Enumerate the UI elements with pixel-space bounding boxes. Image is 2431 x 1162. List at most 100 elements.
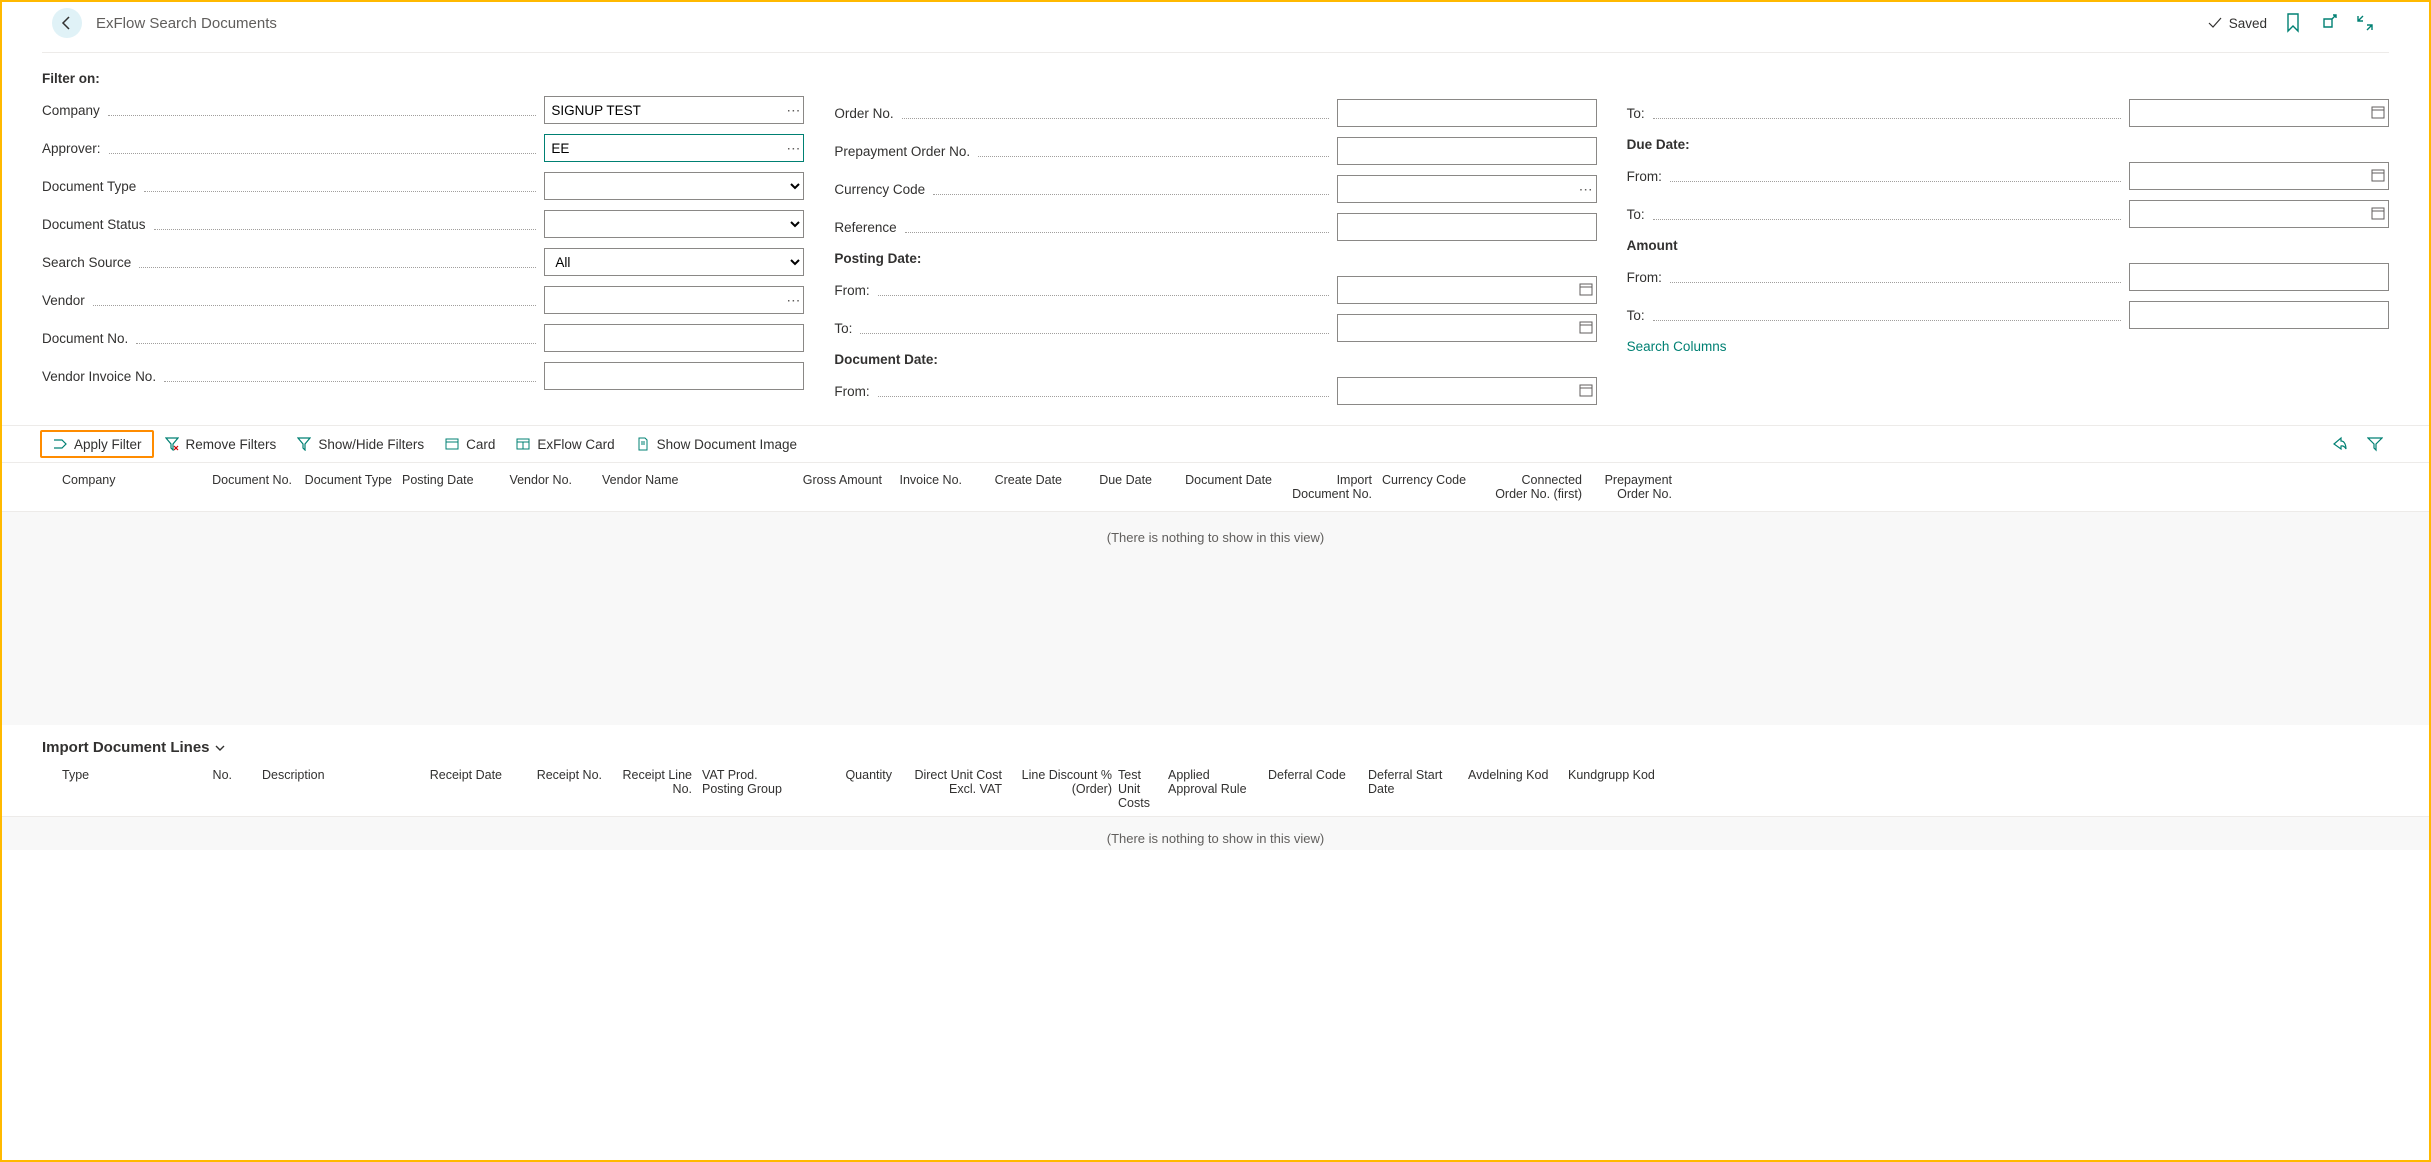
show-hide-filters-label: Show/Hide Filters [318, 437, 424, 452]
share-button[interactable] [2329, 434, 2349, 454]
lcol-receipt-date[interactable]: Receipt Date [392, 768, 502, 810]
posting-date-to-datepicker[interactable] [1579, 320, 1593, 336]
posting-date-from-input[interactable] [1337, 276, 1597, 304]
col-document-no[interactable]: Document No. [192, 473, 292, 501]
popout-icon [2320, 14, 2338, 32]
col-due-date[interactable]: Due Date [1062, 473, 1152, 501]
col-create-date[interactable]: Create Date [962, 473, 1062, 501]
lcol-direct-unit-cost[interactable]: Direct Unit Cost Excl. VAT [892, 768, 1002, 810]
calendar-icon [2371, 105, 2385, 119]
due-date-to-label: To: [1627, 207, 1645, 222]
document-type-select[interactable] [544, 172, 804, 200]
approver-lookup-button[interactable]: ⋯ [786, 141, 800, 155]
chevron-down-icon [214, 742, 226, 754]
amount-to-input[interactable] [2129, 301, 2389, 329]
document-date-to-label: To: [1627, 106, 1645, 121]
lcol-vat-prod[interactable]: VAT Prod. Posting Group [692, 768, 792, 810]
currency-code-input[interactable] [1337, 175, 1597, 203]
posting-date-to-input[interactable] [1337, 314, 1597, 342]
card-button[interactable]: Card [434, 426, 505, 462]
company-input[interactable] [544, 96, 804, 124]
remove-filters-button[interactable]: Remove Filters [154, 426, 287, 462]
document-status-label: Document Status [42, 217, 146, 232]
lcol-line-discount[interactable]: Line Discount % (Order) [1002, 768, 1112, 810]
amount-label: Amount [1627, 238, 1678, 253]
lcol-kundgrupp-kod[interactable]: Kundgrupp Kod [1562, 768, 1662, 810]
col-connected-order-no[interactable]: Connected Order No. (first) [1472, 473, 1582, 501]
col-currency-code[interactable]: Currency Code [1372, 473, 1472, 501]
col-gross-amount[interactable]: Gross Amount [772, 473, 882, 501]
lcol-no[interactable]: No. [152, 768, 232, 810]
due-date-to-datepicker[interactable] [2371, 206, 2385, 222]
company-label: Company [42, 103, 100, 118]
currency-code-lookup-button[interactable]: ⋯ [1579, 182, 1593, 196]
filter-pane-button[interactable] [2365, 434, 2385, 454]
back-button[interactable] [52, 8, 82, 38]
calendar-icon [1579, 383, 1593, 397]
calendar-icon [2371, 206, 2385, 220]
posting-date-from-label: From: [834, 283, 869, 298]
share-icon [2331, 436, 2347, 452]
lcol-quantity[interactable]: Quantity [792, 768, 892, 810]
prepayment-order-no-input[interactable] [1337, 137, 1597, 165]
document-date-from-datepicker[interactable] [1579, 383, 1593, 399]
col-prepayment-order-no[interactable]: Prepayment Order No. [1582, 473, 1672, 501]
document-date-from-input[interactable] [1337, 377, 1597, 405]
approver-input[interactable] [544, 134, 804, 162]
show-hide-filters-button[interactable]: Show/Hide Filters [286, 426, 434, 462]
popout-button[interactable] [2319, 13, 2339, 33]
search-columns-link[interactable]: Search Columns [1627, 339, 1727, 354]
back-icon [59, 15, 75, 31]
lcol-deferral-code[interactable]: Deferral Code [1262, 768, 1362, 810]
collapse-button[interactable] [2355, 13, 2375, 33]
bookmark-button[interactable] [2283, 13, 2303, 33]
exflow-card-icon [515, 436, 531, 452]
col-vendor-no[interactable]: Vendor No. [482, 473, 572, 501]
document-no-input[interactable] [544, 324, 804, 352]
col-document-type[interactable]: Document Type [292, 473, 392, 501]
col-vendor-name[interactable]: Vendor Name [572, 473, 772, 501]
order-no-input[interactable] [1337, 99, 1597, 127]
lcol-avdelning-kod[interactable]: Avdelning Kod [1462, 768, 1562, 810]
reference-input[interactable] [1337, 213, 1597, 241]
exflow-card-button[interactable]: ExFlow Card [505, 426, 624, 462]
lcol-receipt-line-no[interactable]: Receipt Line No. [602, 768, 692, 810]
apply-filter-label: Apply Filter [74, 437, 142, 452]
vendor-lookup-button[interactable]: ⋯ [786, 293, 800, 307]
lcol-receipt-no[interactable]: Receipt No. [502, 768, 602, 810]
vendor-invoice-no-input[interactable] [544, 362, 804, 390]
due-date-from-datepicker[interactable] [2371, 168, 2385, 184]
col-import-document-no[interactable]: Import Document No. [1272, 473, 1372, 501]
col-document-date[interactable]: Document Date [1152, 473, 1272, 501]
col-company[interactable]: Company [62, 473, 192, 501]
remove-filter-icon [164, 436, 180, 452]
show-hide-icon [296, 436, 312, 452]
search-source-select[interactable]: All [544, 248, 804, 276]
document-status-select[interactable] [544, 210, 804, 238]
lcol-deferral-start-date[interactable]: Deferral Start Date [1362, 768, 1462, 810]
remove-filters-label: Remove Filters [186, 437, 277, 452]
due-date-from-input[interactable] [2129, 162, 2389, 190]
grid-empty-message: (There is nothing to show in this view) [2, 512, 2429, 725]
document-date-label: Document Date: [834, 352, 938, 367]
lcol-description[interactable]: Description [232, 768, 392, 810]
apply-filter-button[interactable]: Apply Filter [40, 430, 154, 458]
bookmark-icon [2285, 13, 2301, 33]
posting-date-from-datepicker[interactable] [1579, 282, 1593, 298]
document-date-to-datepicker[interactable] [2371, 105, 2385, 121]
vendor-input[interactable] [544, 286, 804, 314]
lcol-test-unit-costs[interactable]: Test Unit Costs [1112, 768, 1162, 810]
import-document-lines-header[interactable]: Import Document Lines [2, 725, 2429, 762]
search-source-label: Search Source [42, 255, 131, 270]
col-invoice-no[interactable]: Invoice No. [882, 473, 962, 501]
lcol-type[interactable]: Type [62, 768, 152, 810]
due-date-to-input[interactable] [2129, 200, 2389, 228]
document-date-to-input[interactable] [2129, 99, 2389, 127]
show-document-image-button[interactable]: Show Document Image [625, 426, 807, 462]
col-posting-date[interactable]: Posting Date [392, 473, 482, 501]
company-lookup-button[interactable]: ⋯ [786, 103, 800, 117]
grid-header: Company Document No. Document Type Posti… [2, 463, 2429, 512]
lcol-applied-approval-rule[interactable]: Applied Approval Rule [1162, 768, 1262, 810]
lines-empty-message: (There is nothing to show in this view) [2, 817, 2429, 850]
amount-from-input[interactable] [2129, 263, 2389, 291]
